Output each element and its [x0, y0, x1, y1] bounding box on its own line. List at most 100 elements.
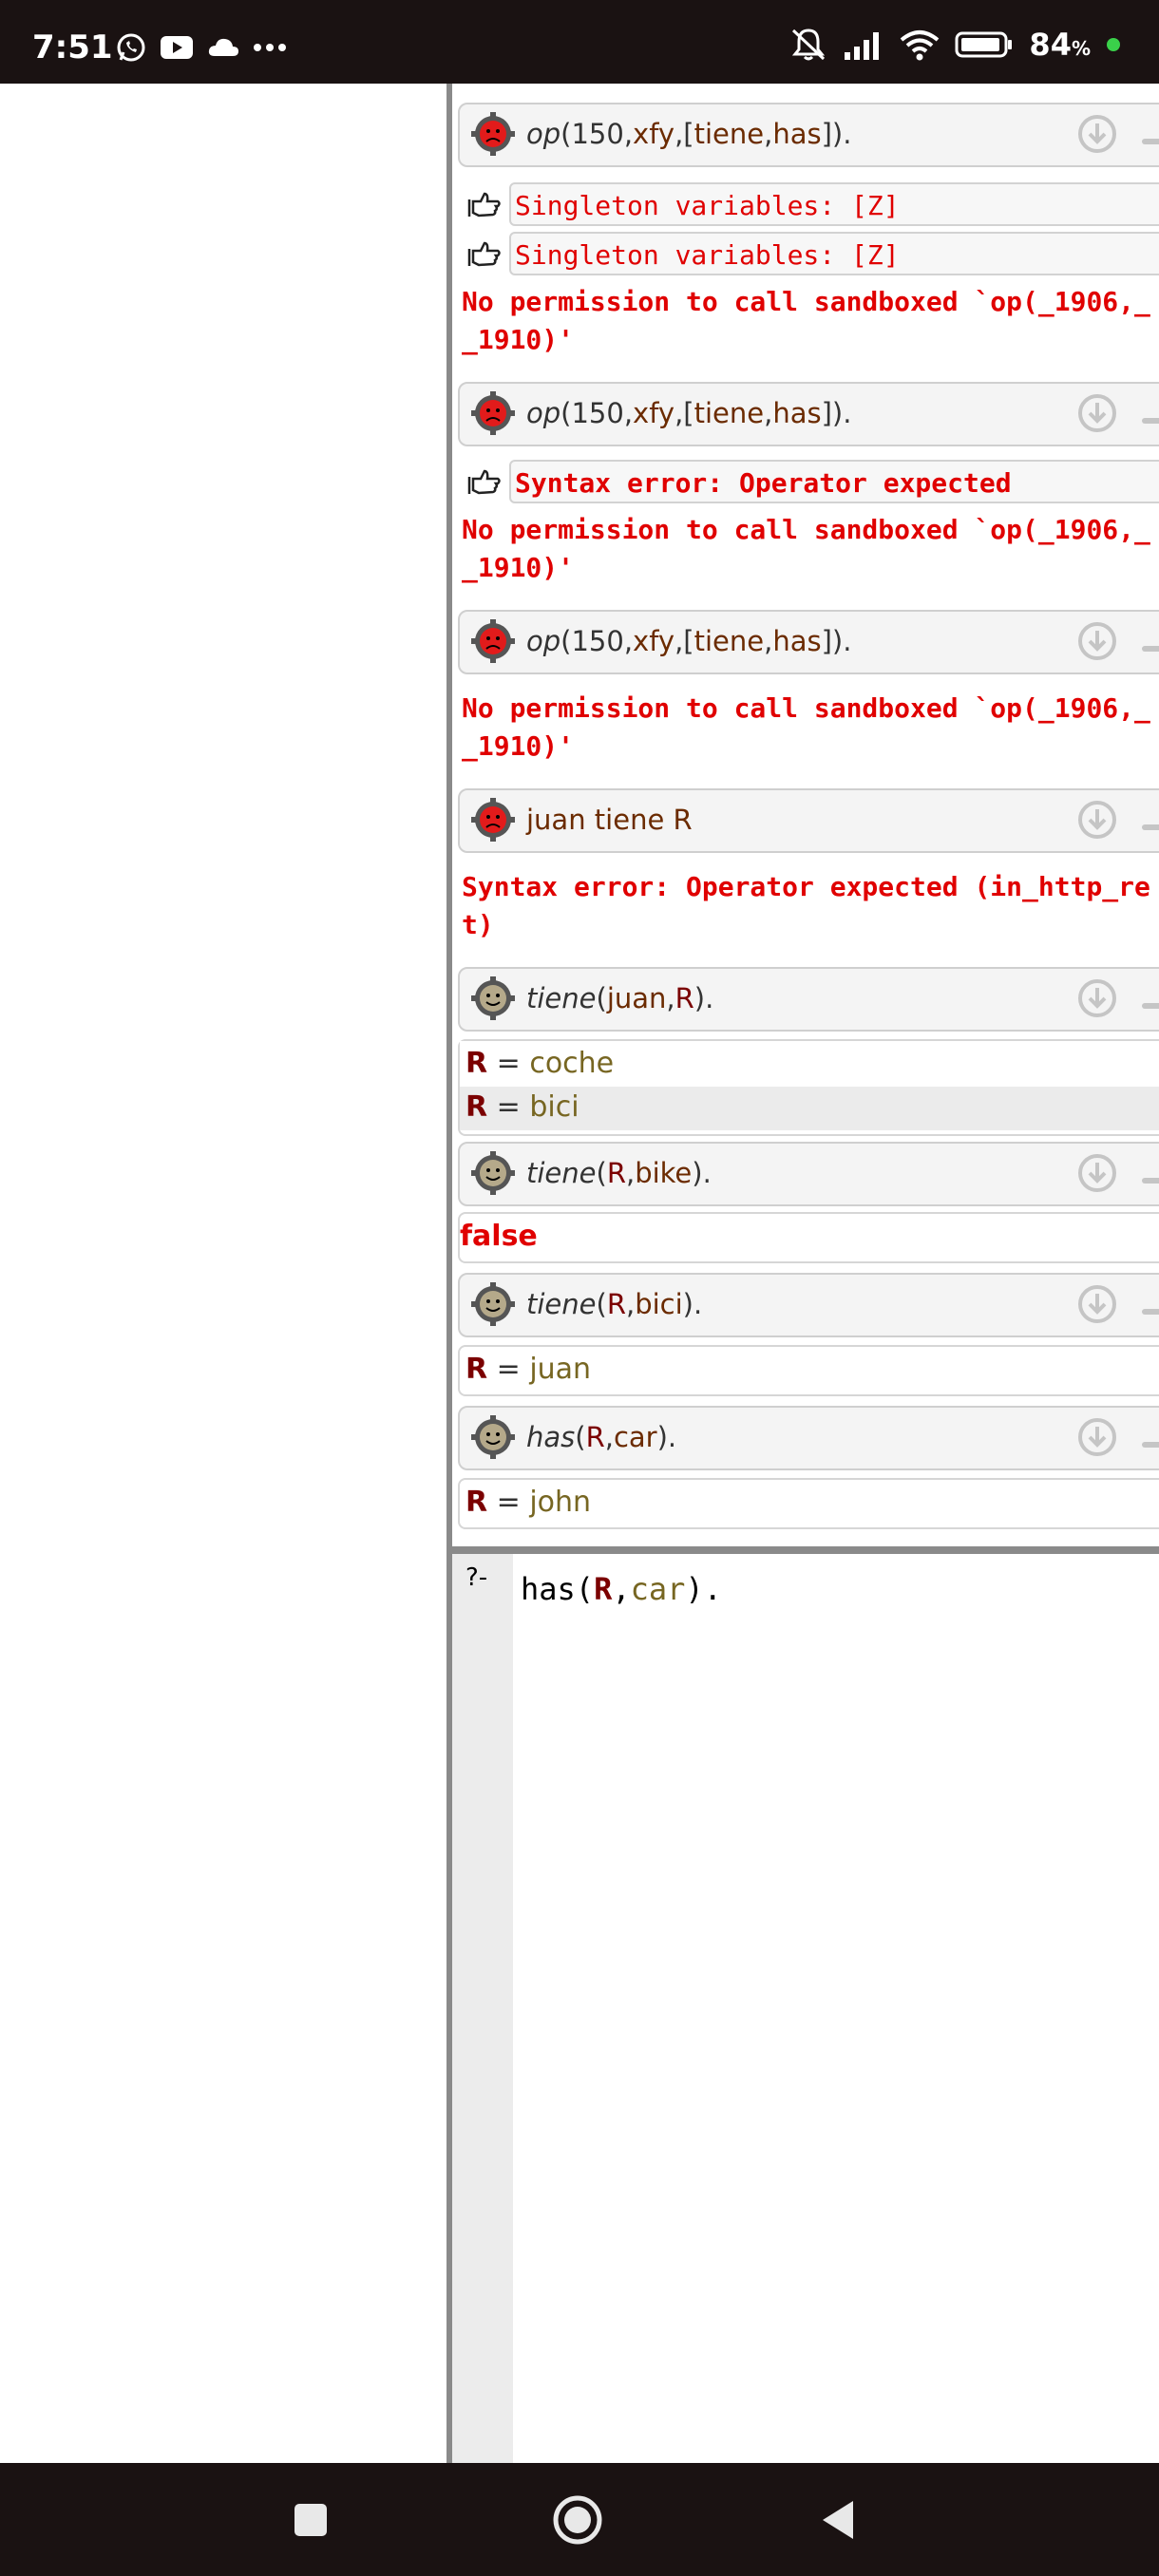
answer-box: false [458, 1212, 1159, 1263]
code-variable: R [594, 1571, 613, 1607]
download-circle-icon[interactable] [1077, 978, 1117, 1018]
download-circle-icon[interactable] [1077, 1153, 1117, 1193]
navigation-bar [0, 2463, 1159, 2576]
collapse-handle[interactable] [1142, 1178, 1159, 1184]
happy-gear-icon [471, 1151, 515, 1195]
warning-row: Singleton variables: [Z] [458, 182, 1159, 226]
warning-box: Singleton variables: [Z] [509, 182, 1159, 226]
warning-row: Syntax error: Operator expected [458, 460, 1159, 503]
error-message: Syntax error: Operator expected (in_http… [462, 868, 1150, 944]
download-circle-icon[interactable] [1077, 1284, 1117, 1324]
query-header[interactable]: tiene(R,bike). [458, 1142, 1159, 1206]
answer-box: R = coche R = bici [458, 1039, 1159, 1136]
error-line-2: _1910)' [462, 552, 575, 583]
query-text: tiene(R,bici). [526, 1288, 703, 1320]
more-icon [254, 44, 286, 51]
collapse-handle[interactable] [1142, 824, 1159, 830]
happy-gear-icon [471, 976, 515, 1020]
query-header[interactable]: op(150,xfy,[tiene,has]). [458, 610, 1159, 674]
query-editor[interactable]: ?- has(R,car). [452, 1554, 1159, 2463]
error-line-1: Syntax error: Operator expected (in_http… [462, 871, 1150, 902]
youtube-icon [161, 36, 193, 59]
query-header[interactable]: tiene(R,bici). [458, 1273, 1159, 1337]
sad-gear-icon [471, 619, 515, 663]
query-text: tiene(R,bike). [526, 1157, 712, 1189]
error-message: No permission to call sandboxed `op(_190… [462, 690, 1150, 766]
code-functor: has( [521, 1571, 595, 1607]
error-line-1: No permission to call sandboxed `op(_190… [462, 514, 1150, 545]
collapse-handle[interactable] [1142, 139, 1159, 144]
download-circle-icon[interactable] [1077, 1417, 1117, 1457]
answer-var: R [466, 1353, 488, 1386]
answer-value: john [529, 1486, 592, 1519]
warning-box: Singleton variables: [Z] [509, 232, 1159, 275]
editor-gutter: ?- [452, 1554, 513, 2463]
answer-var: R [466, 1486, 488, 1519]
query-text: tiene(juan,R). [526, 982, 714, 1014]
sad-gear-icon [471, 112, 515, 156]
wifi-icon [901, 30, 940, 61]
download-circle-icon[interactable] [1077, 800, 1117, 840]
error-line-1: No permission to call sandboxed `op(_190… [462, 286, 1150, 317]
query-text: op(150,xfy,[tiene,has]). [526, 625, 852, 657]
battery-icon [955, 31, 1013, 58]
sad-gear-icon [471, 798, 515, 842]
warning-box: Syntax error: Operator expected [509, 460, 1159, 503]
battery-unit: % [1071, 37, 1091, 60]
download-circle-icon[interactable] [1077, 393, 1117, 433]
warning-text: Singleton variables: [Z] [515, 190, 900, 221]
notification-icons [116, 32, 287, 63]
code-end: ). [685, 1571, 722, 1607]
answer-row: R = john [466, 1486, 1159, 1527]
answer-var: R [466, 1047, 488, 1080]
horizontal-splitter[interactable] [452, 1546, 1159, 1554]
error-line-2: t) [462, 909, 494, 940]
download-circle-icon[interactable] [1077, 621, 1117, 661]
warning-row: Singleton variables: [Z] [458, 232, 1159, 275]
pointing-hand-icon [467, 241, 501, 267]
error-message: No permission to call sandboxed `op(_190… [462, 283, 1150, 359]
answer-row: R = coche [466, 1047, 1159, 1089]
pointing-hand-icon [467, 469, 501, 495]
answer-value: juan [529, 1353, 592, 1386]
answer-value: coche [529, 1047, 615, 1080]
square-icon[interactable] [292, 2501, 330, 2539]
query-text: op(150,xfy,[tiene,has]). [526, 118, 852, 150]
answer-eq: = [487, 1090, 530, 1124]
collapse-handle[interactable] [1142, 418, 1159, 424]
triangle-back-icon[interactable] [819, 2497, 857, 2543]
answer-var: R [466, 1090, 488, 1124]
collapse-handle[interactable] [1142, 646, 1159, 652]
system-icons: 84% [789, 27, 1121, 63]
circle-icon[interactable] [551, 2493, 604, 2547]
query-header[interactable]: op(150,xfy,[tiene,has]). [458, 103, 1159, 167]
query-code[interactable]: has(R,car). [521, 1571, 722, 1607]
answer-box: R = juan [458, 1345, 1159, 1396]
answer-value: bici [529, 1090, 580, 1124]
sad-gear-icon [471, 391, 515, 435]
download-circle-icon[interactable] [1077, 114, 1117, 154]
error-message: No permission to call sandboxed `op(_190… [462, 511, 1150, 587]
code-atom: car [630, 1571, 686, 1607]
charging-dot-icon [1107, 38, 1120, 51]
query-text: has(R,car). [526, 1421, 677, 1453]
query-header[interactable]: op(150,xfy,[tiene,has]). [458, 382, 1159, 446]
query-plain-text: juan tiene R [526, 804, 693, 836]
collapse-handle[interactable] [1142, 1442, 1159, 1448]
answer-box: R = john [458, 1478, 1159, 1529]
query-header[interactable]: has(R,car). [458, 1406, 1159, 1470]
answer-row: R = bici [466, 1090, 1159, 1132]
false-result: false [460, 1220, 538, 1253]
status-bar: 7:51 84% [0, 0, 1159, 84]
battery-value: 84 [1029, 27, 1072, 63]
query-text: op(150,xfy,[tiene,has]). [526, 397, 852, 429]
collapse-handle[interactable] [1142, 1309, 1159, 1315]
query-header[interactable]: tiene(juan,R). [458, 967, 1159, 1032]
whatsapp-icon [117, 33, 145, 62]
error-line-1: No permission to call sandboxed `op(_190… [462, 692, 1150, 724]
query-header[interactable]: juan tiene R [458, 788, 1159, 853]
results-pane[interactable]: op(150,xfy,[tiene,has]). Singleton varia… [452, 84, 1159, 1546]
cloud-icon [208, 38, 238, 56]
error-line-2: _1910)' [462, 324, 575, 355]
collapse-handle[interactable] [1142, 1003, 1159, 1009]
